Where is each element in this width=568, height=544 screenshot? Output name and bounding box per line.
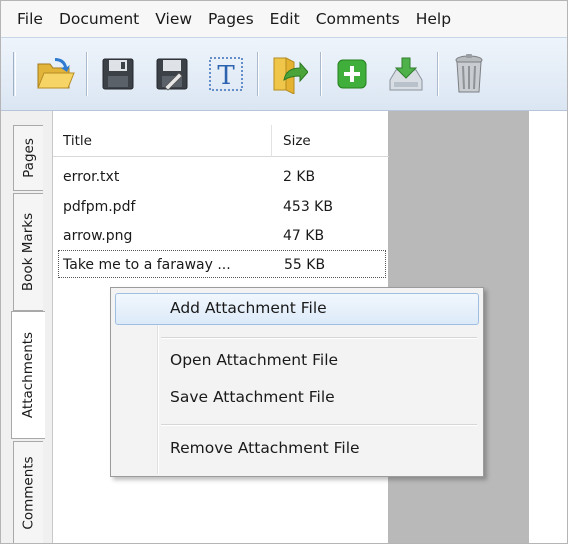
tab-attachments[interactable]: Attachments [11,311,45,439]
menu-help[interactable]: Help [408,10,459,28]
tab-comments[interactable]: Comments [13,441,43,543]
attachment-size: 2 KB [283,169,316,185]
menu-view[interactable]: View [147,10,200,28]
tab-pages-label: Pages [20,138,37,178]
add-button[interactable] [329,49,375,99]
attachment-name: error.txt [63,169,120,185]
context-menu: Add Attachment File Open Attachment File… [110,287,484,477]
column-size-header[interactable]: Size [283,133,311,149]
open-attachment-menu-item[interactable]: Open Attachment File [115,345,479,377]
toolbar: T [1,37,567,111]
download-button[interactable] [383,49,429,99]
document-page[interactable] [529,111,567,543]
toolbar-separator [320,52,321,96]
column-divider[interactable] [271,125,272,157]
attachment-size: 47 KB [283,228,325,244]
table-row-selected[interactable]: Take me to a faraway ... 55 KB [58,250,386,278]
text-tool-icon: T [209,57,243,91]
menu-document[interactable]: Document [51,10,147,28]
tab-attachments-label: Attachments [20,331,37,419]
toolbar-separator [257,52,258,96]
add-attachment-menu-item[interactable]: Add Attachment File [115,293,479,325]
table-row[interactable]: error.txt 2 KB [53,163,389,191]
save-as-button[interactable] [149,49,195,99]
svg-text:T: T [217,61,235,91]
attachment-name: pdfpm.pdf [63,199,136,215]
attachment-size: 55 KB [284,257,326,273]
menu-edit[interactable]: Edit [262,10,308,28]
open-folder-icon [37,58,75,89]
table-header: Title Size [53,125,389,157]
trash-icon [455,54,483,93]
toolbar-separator [86,52,87,96]
menu-pages[interactable]: Pages [200,10,262,28]
table-row[interactable]: pdfpm.pdf 453 KB [53,193,389,221]
column-title-header[interactable]: Title [63,133,92,149]
save-as-icon [156,58,188,91]
export-button[interactable] [266,49,312,99]
attachment-size: 453 KB [283,199,333,215]
add-icon [337,59,367,89]
tab-bookmarks[interactable]: Book Marks [13,193,43,311]
menu-bar: File Document View Pages Edit Comments H… [1,1,567,37]
menu-comments[interactable]: Comments [308,10,408,28]
remove-attachment-menu-item[interactable]: Remove Attachment File [115,433,479,465]
download-icon [389,57,423,91]
save-attachment-menu-item[interactable]: Save Attachment File [115,382,479,414]
attachment-name: arrow.png [63,228,133,244]
toolbar-grip[interactable] [13,52,16,96]
tab-pages[interactable]: Pages [13,125,43,191]
toolbar-separator [437,52,438,96]
context-menu-separator [161,337,477,338]
side-tabs: Pages Book Marks Attachments Comments [1,111,53,543]
context-menu-separator [161,424,477,425]
save-button[interactable] [95,49,141,99]
export-icon [273,57,308,94]
save-icon [102,58,134,90]
menu-file[interactable]: File [9,10,51,28]
tab-comments-label: Comments [20,456,37,530]
tab-bookmarks-label: Book Marks [20,212,37,292]
app-window: File Document View Pages Edit Comments H… [0,0,568,544]
text-tool-button[interactable]: T [203,49,249,99]
table-row[interactable]: arrow.png 47 KB [53,222,389,250]
delete-button[interactable] [446,49,492,99]
attachment-name: Take me to a faraway ... [63,257,231,273]
open-button[interactable] [32,49,78,99]
